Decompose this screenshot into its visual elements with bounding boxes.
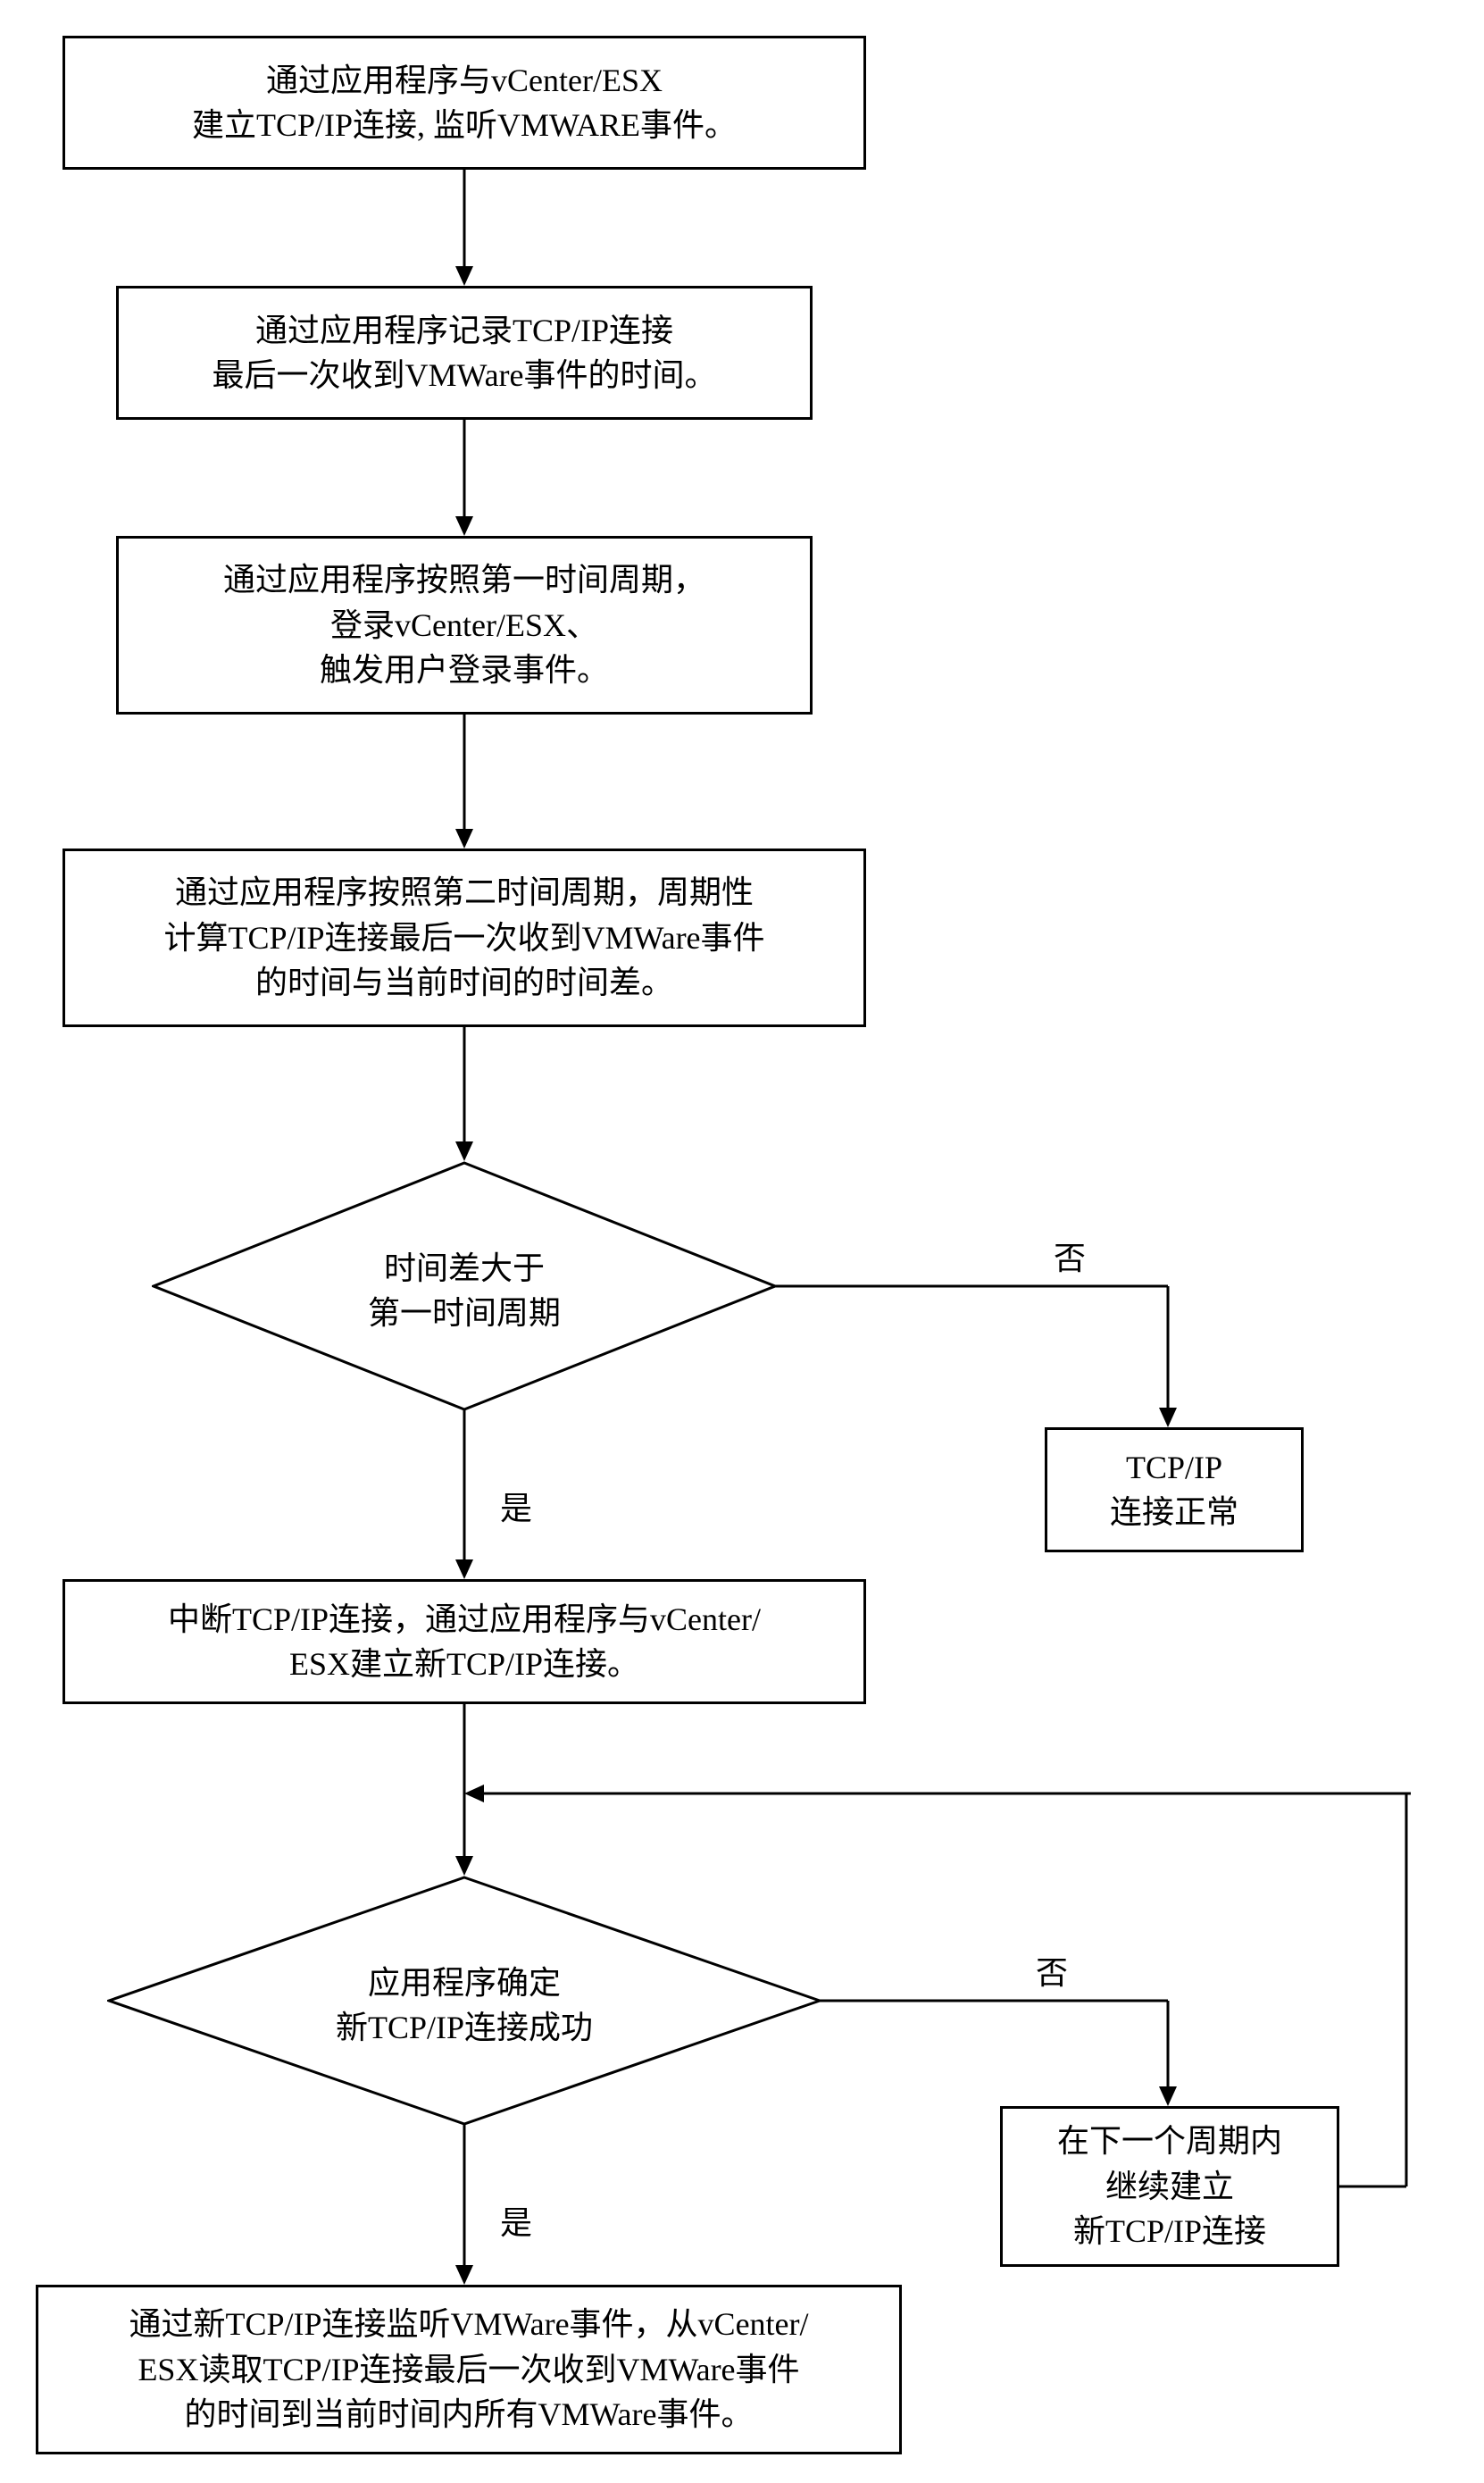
edge-label-no-2: 否 (1036, 1947, 1068, 1994)
arrow-4-d1 (454, 1027, 475, 1161)
flow-retry-text: 在下一个周期内 继续建立 新TCP/IP连接 (1057, 2119, 1282, 2253)
flow-decision-2-text: 应用程序确定 新TCP/IP连接成功 (336, 1965, 593, 2045)
flow-decision-1-text: 时间差大于 第一时间周期 (368, 1250, 561, 1331)
edge-label-no-1: 否 (1054, 1233, 1086, 1279)
flow-tcp-ok-text: TCP/IP 连接正常 (1110, 1445, 1238, 1535)
edge-label-yes-1: 是 (500, 1483, 532, 1529)
flow-retry: 在下一个周期内 继续建立 新TCP/IP连接 (1000, 2106, 1339, 2267)
arrow-3-4 (454, 715, 475, 849)
flow-decision-2: 应用程序确定 新TCP/IP连接成功 (107, 1876, 821, 2126)
arrow-d2-yes (454, 2124, 475, 2285)
flow-step-1-text: 通过应用程序与vCenter/ESX 建立TCP/IP连接, 监听VMWARE事… (192, 58, 737, 148)
flow-step-1: 通过应用程序与vCenter/ESX 建立TCP/IP连接, 监听VMWARE事… (63, 36, 866, 170)
flow-step-5-text: 中断TCP/IP连接，通过应用程序与vCenter/ ESX建立新TCP/IP连… (168, 1597, 761, 1687)
edge-label-yes-2: 是 (500, 2197, 532, 2244)
arrow-retry-loopback-h (464, 1783, 1411, 1804)
arrow-5-merge (454, 1704, 475, 1793)
flow-step-2: 通过应用程序记录TCP/IP连接 最后一次收到VMWare事件的时间。 (116, 286, 813, 420)
arrow-d1-no (775, 1275, 1195, 1427)
arrow-d2-no (820, 1990, 1195, 2106)
flow-step-2-text: 通过应用程序记录TCP/IP连接 最后一次收到VMWare事件的时间。 (212, 308, 716, 398)
arrow-1-2 (454, 170, 475, 286)
arrow-retry-loopback-v (1339, 1791, 1420, 2193)
arrow-d1-yes (454, 1409, 475, 1579)
flow-step-6-text: 通过新TCP/IP连接监听VMWare事件，从vCenter/ ESX读取TCP… (129, 2302, 808, 2437)
flow-tcp-ok: TCP/IP 连接正常 (1045, 1427, 1304, 1552)
flow-step-3-text: 通过应用程序按照第一时间周期， 登录vCenter/ESX、 触发用户登录事件。 (223, 557, 705, 692)
flow-step-3: 通过应用程序按照第一时间周期， 登录vCenter/ESX、 触发用户登录事件。 (116, 536, 813, 715)
flow-decision-1: 时间差大于 第一时间周期 (152, 1161, 777, 1411)
flow-step-4: 通过应用程序按照第二时间周期，周期性 计算TCP/IP连接最后一次收到VMWar… (63, 849, 866, 1027)
flow-step-5: 中断TCP/IP连接，通过应用程序与vCenter/ ESX建立新TCP/IP连… (63, 1579, 866, 1704)
flow-step-6: 通过新TCP/IP连接监听VMWare事件，从vCenter/ ESX读取TCP… (36, 2285, 902, 2454)
flow-step-4-text: 通过应用程序按照第二时间周期，周期性 计算TCP/IP连接最后一次收到VMWar… (163, 870, 764, 1005)
arrow-2-3 (454, 420, 475, 536)
